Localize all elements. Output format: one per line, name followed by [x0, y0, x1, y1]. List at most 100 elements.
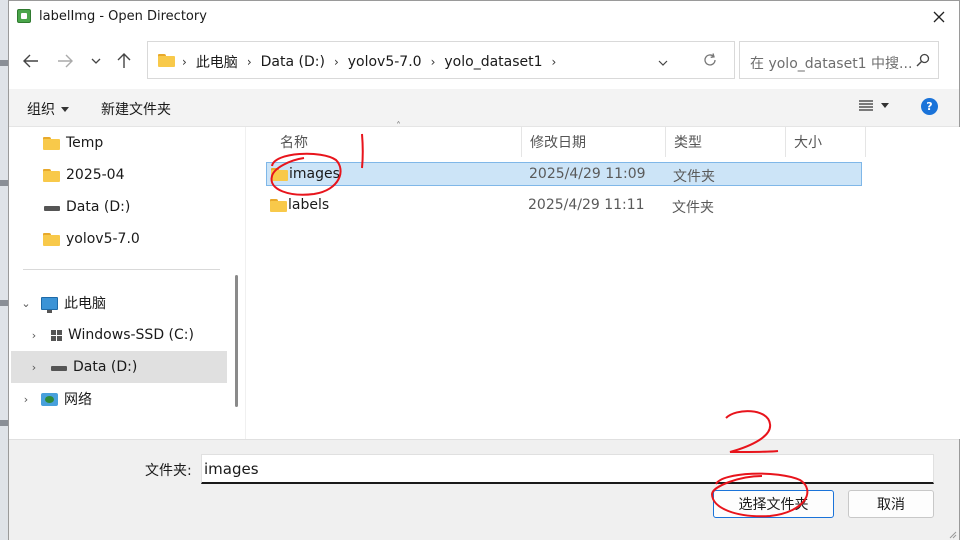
breadcrumb-item[interactable]: yolo_dataset1 — [437, 54, 549, 70]
file-row-images[interactable]: images 2025/4/29 11:09 文件夹 — [266, 162, 862, 186]
chevron-right-icon[interactable]: › — [27, 329, 41, 342]
nav-item-network[interactable]: › 网络 — [11, 383, 227, 415]
folder-icon — [43, 136, 60, 150]
file-type: 文件夹 — [672, 200, 714, 216]
navigation-row: › 此电脑 › Data (D:) › yolov5-7.0 › yolo_da… — [9, 41, 959, 81]
chevron-right-icon[interactable]: › — [429, 55, 438, 69]
back-button[interactable] — [19, 49, 43, 73]
nav-item-temp[interactable]: Temp — [11, 127, 227, 159]
drive-icon — [51, 365, 67, 371]
column-header-size[interactable]: 大小 — [786, 127, 866, 157]
background-mark — [0, 300, 8, 306]
chevron-right-icon: › — [182, 55, 187, 69]
nav-divider — [23, 269, 220, 270]
nav-item-label: 网络 — [64, 392, 92, 408]
search-box[interactable]: 在 yolo_dataset1 中搜... — [739, 41, 939, 79]
file-list: ˄ 名称 修改日期 类型 大小 images 2025/4/29 11:09 文… — [245, 121, 960, 439]
forward-button[interactable] — [53, 49, 77, 73]
nav-item-label: Data (D:) — [66, 199, 131, 215]
nav-item-label: Data (D:) — [73, 359, 138, 375]
navigation-pane: Temp 2025-04 Data (D:) yolov5-7.0 ⌄ 此电脑 … — [9, 127, 245, 439]
arrow-left-icon — [23, 54, 38, 68]
background-mark — [0, 180, 8, 186]
nav-item-label: 2025-04 — [66, 167, 125, 183]
nav-item-label: Windows-SSD (C:) — [68, 327, 194, 343]
folder-icon — [158, 54, 175, 67]
up-button[interactable] — [112, 49, 136, 73]
organize-menu[interactable]: 组织 — [27, 99, 69, 119]
list-view-icon — [859, 100, 873, 111]
select-folder-button[interactable]: 选择文件夹 — [713, 490, 834, 518]
chevron-down-icon[interactable]: ⌄ — [19, 297, 33, 310]
chevron-right-icon[interactable]: › — [245, 55, 254, 69]
file-type: 文件夹 — [673, 169, 715, 185]
column-header-type[interactable]: 类型 — [666, 127, 786, 157]
breadcrumb-item[interactable]: yolov5-7.0 — [341, 54, 429, 70]
nav-item-label: Temp — [66, 135, 104, 151]
close-icon — [933, 11, 945, 23]
caret-down-icon — [61, 106, 69, 112]
folder-icon — [43, 232, 60, 246]
labelimg-app-icon — [17, 9, 31, 23]
view-options-button[interactable] — [859, 100, 889, 111]
folder-icon — [43, 168, 60, 182]
column-headers: ˄ 名称 修改日期 类型 大小 — [246, 121, 872, 157]
file-date: 2025/4/29 11:09 — [529, 166, 646, 182]
column-header-date[interactable]: 修改日期 — [522, 127, 666, 157]
file-row-labels[interactable]: labels 2025/4/29 11:11 文件夹 — [266, 194, 862, 218]
new-folder-button[interactable]: 新建文件夹 — [101, 99, 171, 119]
folder-icon — [271, 168, 288, 181]
nav-item-this-pc[interactable]: ⌄ 此电脑 — [11, 287, 227, 319]
dialog-footer: 文件夹: 选择文件夹 取消 — [9, 439, 959, 540]
command-bar: 组织 新建文件夹 ? — [9, 89, 959, 127]
help-button[interactable]: ? — [921, 98, 938, 115]
cancel-button[interactable]: 取消 — [848, 490, 934, 518]
chevron-right-icon[interactable]: › — [550, 55, 559, 69]
nav-scrollbar[interactable] — [235, 275, 238, 407]
breadcrumb: › 此电脑 › Data (D:) › yolov5-7.0 › yolo_da… — [180, 52, 558, 72]
caret-down-icon — [881, 103, 889, 108]
file-date: 2025/4/29 11:11 — [528, 197, 645, 213]
window-title: labelImg - Open Directory — [39, 9, 207, 24]
organize-label: 组织 — [27, 102, 55, 118]
resize-grip-icon[interactable] — [947, 529, 957, 539]
network-icon — [41, 392, 58, 406]
arrow-right-icon — [58, 54, 73, 68]
arrow-up-icon — [117, 53, 131, 68]
nav-item-data-drive[interactable]: Data (D:) — [11, 191, 227, 223]
search-input[interactable]: 在 yolo_dataset1 中搜... — [750, 53, 912, 73]
recent-locations-button[interactable] — [84, 49, 108, 73]
breadcrumb-item[interactable]: 此电脑 — [189, 52, 245, 72]
nav-item-windows-ssd[interactable]: › Windows-SSD (C:) — [11, 319, 227, 351]
address-history-dropdown[interactable] — [658, 54, 668, 70]
open-directory-dialog: labelImg - Open Directory › 此电脑 › Data (… — [8, 0, 960, 540]
chevron-right-icon[interactable]: › — [332, 55, 341, 69]
title-bar: labelImg - Open Directory — [9, 1, 959, 33]
computer-icon — [41, 296, 58, 313]
refresh-button[interactable] — [703, 53, 717, 71]
nav-item-yolov5[interactable]: yolov5-7.0 — [11, 223, 227, 255]
search-icon — [916, 53, 930, 67]
background-mark — [0, 420, 8, 426]
chevron-right-icon[interactable]: › — [19, 393, 33, 406]
chevron-right-icon[interactable]: › — [27, 361, 41, 374]
windows-drive-icon — [51, 329, 62, 341]
search-button[interactable] — [916, 53, 930, 71]
chevron-down-icon — [91, 58, 101, 64]
folder-field-label: 文件夹: — [145, 463, 192, 479]
help-icon: ? — [926, 100, 933, 113]
refresh-icon — [704, 53, 716, 66]
column-header-name[interactable]: 名称 — [272, 127, 522, 157]
file-name: labels — [288, 197, 330, 213]
nav-item-label: yolov5-7.0 — [66, 231, 140, 247]
background-mark — [0, 60, 8, 66]
close-button[interactable] — [925, 5, 953, 29]
drive-icon — [44, 205, 60, 211]
folder-name-input[interactable] — [201, 454, 934, 484]
breadcrumb-item[interactable]: Data (D:) — [254, 54, 332, 70]
nav-item-data-d[interactable]: › Data (D:) — [11, 351, 227, 383]
file-name: images — [289, 166, 340, 182]
nav-item-2025-04[interactable]: 2025-04 — [11, 159, 227, 191]
address-bar[interactable]: › 此电脑 › Data (D:) › yolov5-7.0 › yolo_da… — [147, 41, 735, 79]
nav-item-label: 此电脑 — [64, 296, 106, 312]
